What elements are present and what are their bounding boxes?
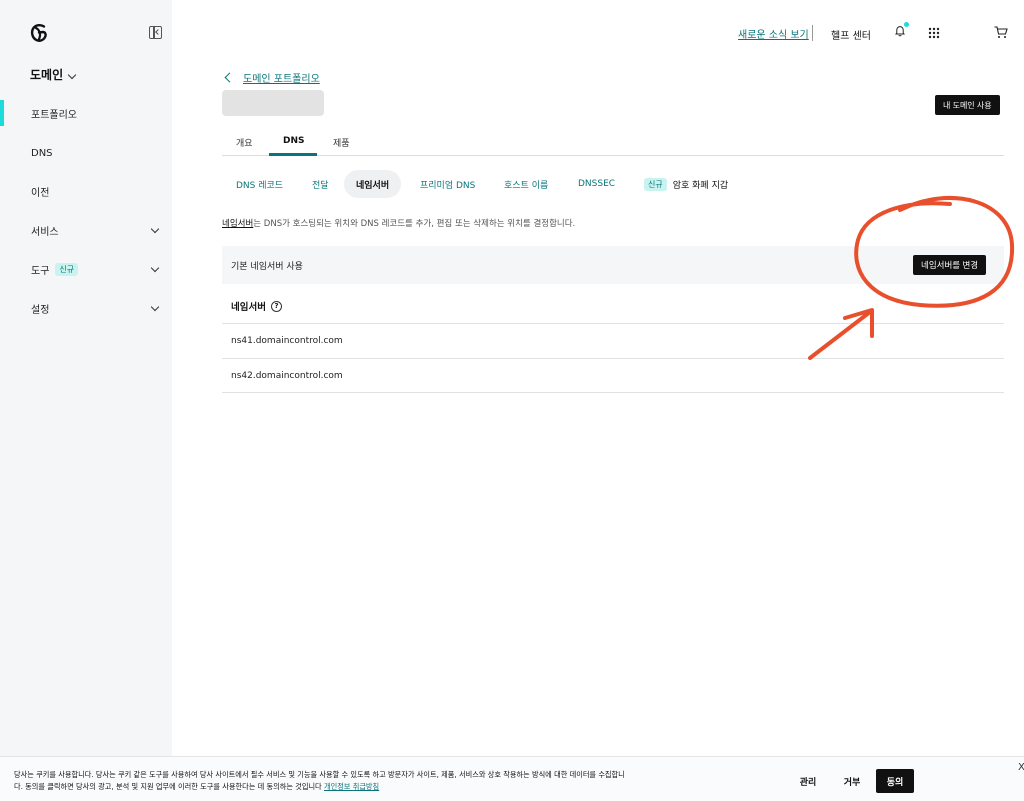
sidebar-item-transfer[interactable]: 이전 <box>0 178 172 204</box>
cookie-agree-button[interactable]: 동의 <box>876 769 914 793</box>
nameserver-value: ns42.domaincontrol.com <box>231 371 343 381</box>
sidebar: 도메인 포트폴리오 DNS 이전 서비스 도구 신규 설정 <box>0 0 172 801</box>
use-my-domain-button[interactable]: 내 도메인 사용 <box>935 95 1000 115</box>
new-badge: 신규 <box>644 177 667 191</box>
cookie-notice: 당사는 쿠키를 사용합니다. 당사는 쿠키 같은 도구를 사용하여 당사 사이트… <box>14 769 704 793</box>
tab-products[interactable]: 제품 <box>333 136 350 149</box>
nameservers-heading-label: 네임서버 <box>231 302 266 313</box>
domain-name-redacted <box>222 90 324 116</box>
domain-menu-header[interactable]: 도메인 <box>30 66 77 83</box>
subtab-dnssec[interactable]: DNSSEC <box>566 170 627 198</box>
nameserver-value: ns41.domaincontrol.com <box>231 336 343 346</box>
whats-new-link[interactable]: 새로운 소식 보기 <box>738 26 809 41</box>
subtab-hostnames[interactable]: 호스트 이름 <box>492 170 560 198</box>
chevron-down-icon <box>67 70 77 79</box>
subtab-forwarding[interactable]: 전달 <box>300 170 341 198</box>
sidebar-item-dns[interactable]: DNS <box>0 140 172 166</box>
sidebar-item-label: 포트폴리오 <box>31 109 77 121</box>
main-tabs: 개요 DNS 제품 <box>222 128 1004 156</box>
help-center-link[interactable]: 헬프 센터 <box>831 27 871 42</box>
privacy-policy-link[interactable]: 개인정보 취급방침 <box>324 782 379 791</box>
nameserver-description: 네임서버는 DNS가 호스팅되는 위치와 DNS 레코드를 추가, 편집 또는 … <box>222 217 575 229</box>
godaddy-logo-icon[interactable] <box>28 22 50 44</box>
description-text: 는 DNS가 호스팅되는 위치와 DNS 레코드를 추가, 편집 또는 삭제하는… <box>253 219 576 229</box>
sidebar-item-label: 이전 <box>31 187 50 199</box>
sidebar-item-tools[interactable]: 도구 신규 <box>0 256 172 282</box>
divider <box>222 358 1004 359</box>
cookie-text-line: 당사는 쿠키를 사용합니다. 당사는 쿠키 같은 도구를 사용하여 당사 사이트… <box>14 770 625 779</box>
close-icon[interactable]: X <box>1018 762 1024 773</box>
cookie-manage-button[interactable]: 관리 <box>792 769 824 793</box>
cookie-banner: 당사는 쿠키를 사용합니다. 당사는 쿠키 같은 도구를 사용하여 당사 사이트… <box>0 756 1024 801</box>
tab-dns[interactable]: DNS <box>283 136 305 146</box>
subtab-dns-records[interactable]: DNS 레코드 <box>224 170 295 198</box>
back-link-label: 도메인 포트폴리오 <box>243 74 320 85</box>
divider <box>812 25 813 41</box>
collapse-sidebar-icon[interactable] <box>149 26 162 39</box>
subtab-crypto-wallet[interactable]: 신규 암호 화폐 지갑 <box>632 170 740 198</box>
sidebar-item-label: 도구 <box>31 265 50 277</box>
chevron-left-icon <box>224 72 235 83</box>
cookie-reject-button[interactable]: 거부 <box>836 769 868 793</box>
help-icon[interactable]: ? <box>270 300 282 312</box>
bell-icon[interactable] <box>894 25 906 37</box>
sidebar-item-services[interactable]: 서비스 <box>0 217 172 243</box>
subtab-label: 암호 화폐 지갑 <box>672 180 729 191</box>
domain-menu-label: 도메인 <box>30 68 64 82</box>
notification-dot <box>904 22 909 27</box>
back-to-portfolio-link[interactable]: 도메인 포트폴리오 <box>224 70 320 85</box>
divider <box>222 323 1004 324</box>
nameservers-heading: 네임서버 ? <box>231 299 282 313</box>
subtab-nameservers[interactable]: 네임서버 <box>344 170 402 198</box>
apps-grid-icon[interactable] <box>928 27 940 39</box>
subtab-premium-dns[interactable]: 프리미엄 DNS <box>408 170 487 198</box>
sidebar-item-label: 설정 <box>31 304 50 316</box>
new-badge: 신규 <box>55 262 79 276</box>
default-nameservers-row: 기본 네임서버 사용 <box>222 246 1004 284</box>
change-nameservers-button[interactable]: 네임서버를 변경 <box>913 255 987 275</box>
default-nameservers-label: 기본 네임서버 사용 <box>231 261 303 272</box>
cookie-text-line: 다. 동의를 클릭하면 당사의 광고, 분석 및 지원 업무에 이러한 도구를 … <box>14 782 322 791</box>
tab-overview[interactable]: 개요 <box>236 136 253 149</box>
chevron-down-icon <box>150 224 160 234</box>
sidebar-item-label: DNS <box>31 147 53 159</box>
cart-icon[interactable] <box>994 26 1008 39</box>
chevron-down-icon <box>150 263 160 273</box>
sidebar-item-settings[interactable]: 설정 <box>0 295 172 321</box>
active-tab-indicator <box>269 153 317 156</box>
chevron-down-icon <box>150 302 160 312</box>
sidebar-item-portfolio[interactable]: 포트폴리오 <box>0 100 172 126</box>
sidebar-item-label: 서비스 <box>31 226 59 238</box>
nameserver-help-link[interactable]: 네임서버 <box>222 219 253 229</box>
divider <box>222 392 1004 393</box>
